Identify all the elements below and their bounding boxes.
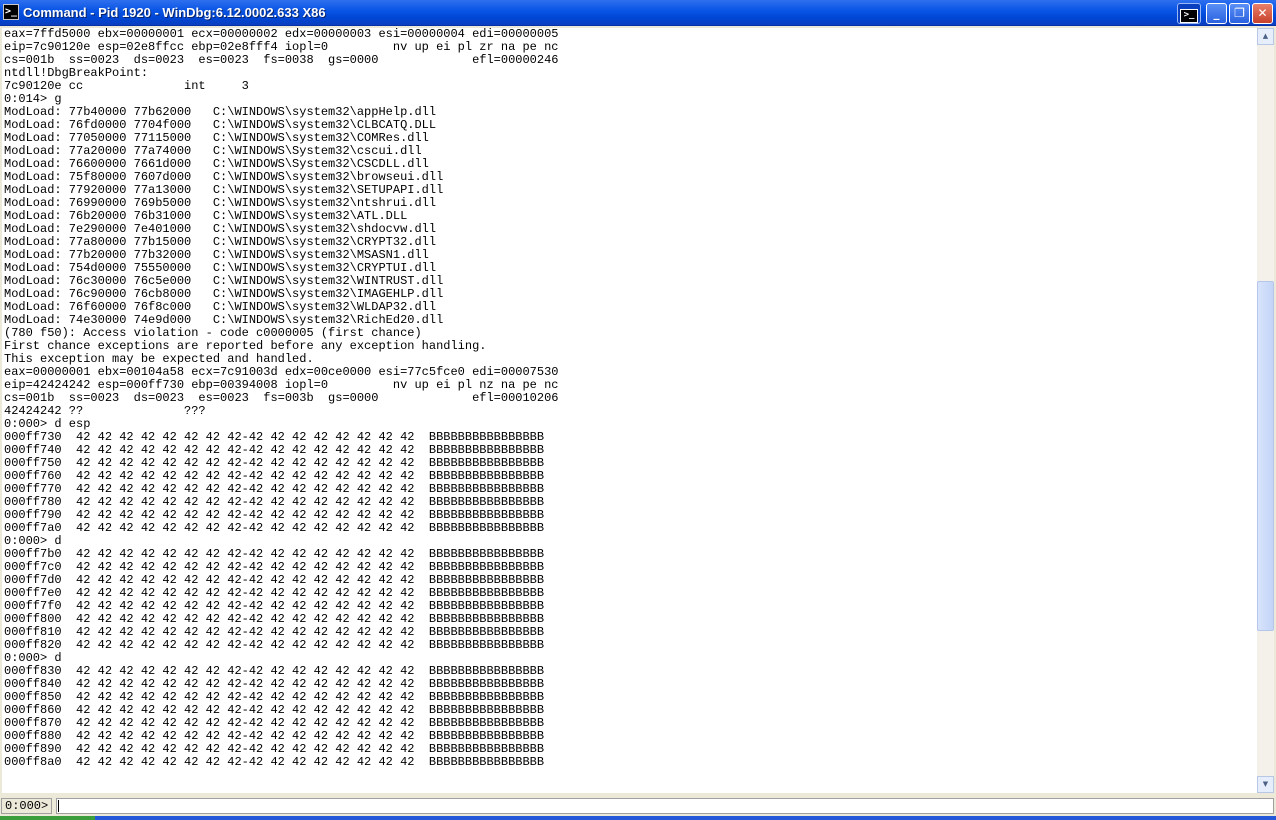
output-line: eip=42424242 esp=000ff730 ebp=00394008 i… <box>4 378 559 392</box>
output-line: ModLoad: 76fd0000 7704f000 C:\WINDOWS\sy… <box>4 118 437 132</box>
output-line: 000ff840 42 42 42 42 42 42 42 42-42 42 4… <box>4 677 545 691</box>
output-line: 0:000> d esp <box>4 417 91 431</box>
maximize-button[interactable]: ❐ <box>1229 3 1250 24</box>
output-line: 0:014> g <box>4 92 62 106</box>
output-line: 000ff7d0 42 42 42 42 42 42 42 42-42 42 4… <box>4 573 545 587</box>
output-line: ModLoad: 76600000 7661d000 C:\WINDOWS\Sy… <box>4 157 429 171</box>
command-input[interactable] <box>56 798 1274 814</box>
output-line: ModLoad: 76b20000 76b31000 C:\WINDOWS\sy… <box>4 209 408 223</box>
output-line: 000ff7b0 42 42 42 42 42 42 42 42-42 42 4… <box>4 547 545 561</box>
output-line: 000ff790 42 42 42 42 42 42 42 42-42 42 4… <box>4 508 545 522</box>
output-line: ModLoad: 76f60000 76f8c000 C:\WINDOWS\sy… <box>4 300 437 314</box>
output-line: This exception may be expected and handl… <box>4 352 314 366</box>
output-line: 000ff730 42 42 42 42 42 42 42 42-42 42 4… <box>4 430 545 444</box>
output-line: ModLoad: 7e290000 7e401000 C:\WINDOWS\sy… <box>4 222 437 236</box>
text-caret <box>58 800 59 812</box>
output-line: 000ff7c0 42 42 42 42 42 42 42 42-42 42 4… <box>4 560 545 574</box>
output-line: 0:000> d <box>4 651 62 665</box>
output-line: 000ff810 42 42 42 42 42 42 42 42-42 42 4… <box>4 625 545 639</box>
output-line: 000ff850 42 42 42 42 42 42 42 42-42 42 4… <box>4 690 545 704</box>
scroll-up-button[interactable]: ▲ <box>1257 28 1274 45</box>
output-line: 000ff880 42 42 42 42 42 42 42 42-42 42 4… <box>4 729 545 743</box>
output-line: cs=001b ss=0023 ds=0023 es=0023 fs=0038 … <box>4 53 559 67</box>
output-line: ModLoad: 77a80000 77b15000 C:\WINDOWS\sy… <box>4 235 437 249</box>
output-line: 000ff870 42 42 42 42 42 42 42 42-42 42 4… <box>4 716 545 730</box>
output-line: ntdll!DbgBreakPoint: <box>4 66 149 80</box>
output-line: 000ff7f0 42 42 42 42 42 42 42 42-42 42 4… <box>4 599 545 613</box>
output-line: (780 f50): Access violation - code c0000… <box>4 326 422 340</box>
output-line: 42424242 ?? ??? <box>4 404 206 418</box>
output-line: ModLoad: 76990000 769b5000 C:\WINDOWS\sy… <box>4 196 437 210</box>
output-line: 000ff8a0 42 42 42 42 42 42 42 42-42 42 4… <box>4 755 545 769</box>
command-bar: 0:000> <box>0 797 1276 816</box>
output-line: ModLoad: 77920000 77a13000 C:\WINDOWS\sy… <box>4 183 444 197</box>
command-prompt-label: 0:000> <box>1 798 53 814</box>
command-window-icon[interactable]: >_ <box>1177 3 1201 24</box>
output-line: 000ff7e0 42 42 42 42 42 42 42 42-42 42 4… <box>4 586 545 600</box>
output-line: ModLoad: 76c30000 76c5e000 C:\WINDOWS\sy… <box>4 274 444 288</box>
command-prompt-icon: >_ <box>3 4 19 20</box>
output-line: 000ff830 42 42 42 42 42 42 42 42-42 42 4… <box>4 664 545 678</box>
scroll-down-button[interactable]: ▼ <box>1257 776 1274 793</box>
output-line: 000ff890 42 42 42 42 42 42 42 42-42 42 4… <box>4 742 545 756</box>
window-title: Command - Pid 1920 - WinDbg:6.12.0002.63… <box>23 5 326 20</box>
output-line: 000ff740 42 42 42 42 42 42 42 42-42 42 4… <box>4 443 545 457</box>
output-pane[interactable]: eax=7ffd5000 ebx=00000001 ecx=00000002 e… <box>2 28 1257 793</box>
output-line: 000ff820 42 42 42 42 42 42 42 42-42 42 4… <box>4 638 545 652</box>
output-line: First chance exceptions are reported bef… <box>4 339 487 353</box>
output-line: ModLoad: 77b20000 77b32000 C:\WINDOWS\sy… <box>4 248 429 262</box>
output-line: ModLoad: 75f80000 7607d000 C:\WINDOWS\sy… <box>4 170 444 184</box>
output-line: 000ff800 42 42 42 42 42 42 42 42-42 42 4… <box>4 612 545 626</box>
output-line: 000ff860 42 42 42 42 42 42 42 42-42 42 4… <box>4 703 545 717</box>
output-line: eip=7c90120e esp=02e8ffcc ebp=02e8fff4 i… <box>4 40 559 54</box>
output-line: 7c90120e cc int 3 <box>4 79 249 93</box>
output-line: ModLoad: 754d0000 75550000 C:\WINDOWS\sy… <box>4 261 437 275</box>
output-line: 000ff770 42 42 42 42 42 42 42 42-42 42 4… <box>4 482 545 496</box>
title-bar[interactable]: >_ Command - Pid 1920 - WinDbg:6.12.0002… <box>0 0 1276 26</box>
output-line: 000ff780 42 42 42 42 42 42 42 42-42 42 4… <box>4 495 545 509</box>
scroll-thumb[interactable] <box>1257 281 1274 631</box>
taskbar <box>0 816 1276 820</box>
output-line: ModLoad: 77b40000 77b62000 C:\WINDOWS\sy… <box>4 105 437 119</box>
output-line: eax=00000001 ebx=00104a58 ecx=7c91003d e… <box>4 365 559 379</box>
output-line: ModLoad: 77050000 77115000 C:\WINDOWS\sy… <box>4 131 429 145</box>
close-button[interactable]: ✕ <box>1252 3 1273 24</box>
output-line: 0:000> d <box>4 534 62 548</box>
output-line: ModLoad: 76c90000 76cb8000 C:\WINDOWS\sy… <box>4 287 444 301</box>
output-line: 000ff750 42 42 42 42 42 42 42 42-42 42 4… <box>4 456 545 470</box>
minimize-button[interactable]: _ <box>1206 3 1227 24</box>
debugger-output: eax=7ffd5000 ebx=00000001 ecx=00000002 e… <box>2 28 1257 769</box>
start-button[interactable] <box>0 816 95 820</box>
output-line: ModLoad: 77a20000 77a74000 C:\WINDOWS\Sy… <box>4 144 422 158</box>
output-line: 000ff760 42 42 42 42 42 42 42 42-42 42 4… <box>4 469 545 483</box>
output-line: ModLoad: 74e30000 74e9d000 C:\WINDOWS\sy… <box>4 313 444 327</box>
vertical-scrollbar[interactable]: ▲ ▼ <box>1257 28 1274 793</box>
output-line: 000ff7a0 42 42 42 42 42 42 42 42-42 42 4… <box>4 521 545 535</box>
command-glyph: >_ <box>1180 9 1198 23</box>
output-line: cs=001b ss=0023 ds=0023 es=0023 fs=003b … <box>4 391 559 405</box>
